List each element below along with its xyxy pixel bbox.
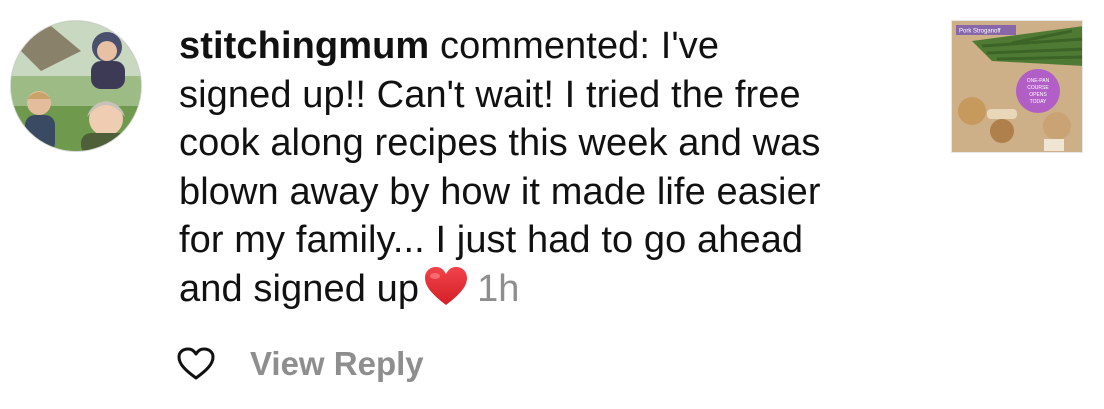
badge-line: COURSE [1027,85,1049,91]
comment-line-last: and signed up 1h [179,265,919,320]
comment-notification: stitchingmum commented: I've signed up!!… [0,0,1104,409]
timestamp: 1h [477,267,520,310]
comment-actions: View Reply [176,342,424,386]
comment-line: blown away by how it made life easier [179,170,821,213]
thumbnail-banner-text: Pork Stroganoff [959,29,1001,35]
profile-photo-icon [11,21,141,151]
heart-outline-icon[interactable] [176,344,216,384]
badge-line: TODAY [1030,99,1047,105]
comment-text-segment: and signed up [179,267,420,310]
view-reply-button[interactable]: View Reply [250,345,424,383]
comment-line: cook along recipes this week and was [179,122,821,164]
comment-text: stitchingmum commented: I've signed up!!… [179,22,919,319]
red-heart-emoji-icon [423,265,469,320]
avatar[interactable] [10,20,142,152]
comment-line: signed up!! Can't wait! I tried the free [179,73,801,116]
post-thumbnail[interactable]: Pork Stroganoff ONE-PAN COURSE OPENS TOD… [951,20,1083,153]
username-link[interactable]: stitchingmum [179,25,429,67]
comment-line: stitchingmum commented: I've [179,22,919,71]
comment-line: for my family... I just had to go ahead [179,219,804,261]
badge-line: OPENS [1029,92,1047,98]
post-thumbnail-image: Pork Stroganoff ONE-PAN COURSE OPENS TOD… [952,21,1082,152]
badge-line: ONE-PAN [1027,78,1050,84]
comment-text-segment: commented: I've [429,25,720,67]
